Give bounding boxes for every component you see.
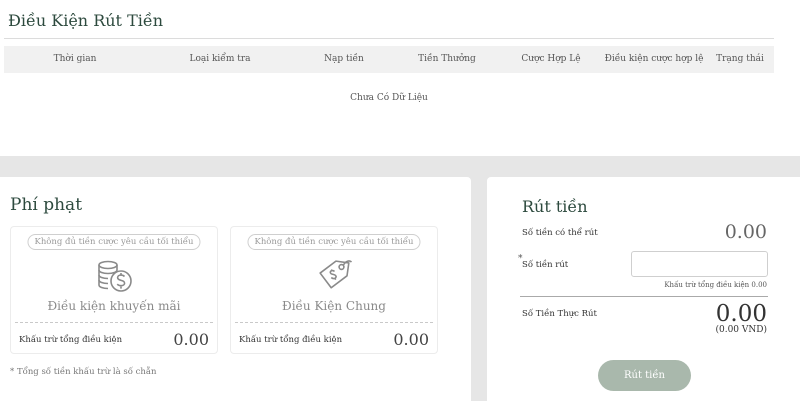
card-title: Điều Kiện Chung — [282, 299, 386, 313]
deduct-label: Khấu trừ tổng điều kiện — [239, 335, 343, 345]
withdraw-amount-input[interactable] — [631, 251, 768, 277]
divider — [4, 38, 774, 39]
card-title: Điều kiện khuyến mãi — [47, 299, 181, 313]
column-header-status: Trạng thái — [716, 54, 764, 64]
insufficient-bet-badge: Không đủ tiền cược yêu cầu tối thiểu — [247, 234, 421, 250]
penalty-panel: Phí phạt Không đủ tiền cược yêu cầu tối … — [0, 177, 471, 401]
column-header-bonus: Tiền Thưởng — [418, 54, 476, 64]
deduct-label: Khấu trừ tổng điều kiện — [19, 335, 123, 345]
deduct-hint: Khấu trừ tổng điều kiện 0.00 — [664, 281, 767, 289]
penalty-title: Phí phạt — [10, 195, 83, 215]
actual-amount-value: 0.00 — [715, 301, 767, 327]
column-header-valid-bet: Cược Hợp Lệ — [521, 54, 581, 64]
penalty-note: * Tổng số tiền khấu trừ là số chẵn — [10, 367, 157, 377]
divider — [235, 322, 433, 323]
withdraw-conditions-panel: Điều Kiện Rút Tiền Thời gian Loại kiểm t… — [0, 0, 800, 156]
column-header-valid-bet-condition: Điều kiện cược hợp lệ — [604, 54, 704, 64]
actual-amount-label: Số Tiền Thực Rút — [522, 309, 597, 319]
withdraw-button[interactable]: Rút tiền — [598, 360, 691, 391]
coins-dollar-icon — [98, 260, 132, 292]
column-header-time: Thời gian — [53, 54, 97, 64]
conditions-table-header: Thời gian Loại kiểm tra Nạp tiền Tiền Th… — [4, 46, 774, 73]
withdraw-amount-label: Số tiền rút — [522, 260, 569, 270]
available-amount-value: 0.00 — [724, 221, 767, 243]
divider — [15, 322, 213, 323]
penalty-card-promotion: Không đủ tiền cược yêu cầu tối thiểu Điề… — [10, 226, 218, 354]
deduct-value: 0.00 — [173, 330, 209, 349]
price-tag-icon — [319, 260, 353, 289]
insufficient-bet-badge: Không đủ tiền cược yêu cầu tối thiểu — [27, 234, 201, 250]
withdraw-title: Rút tiền — [522, 197, 588, 216]
conditions-title: Điều Kiện Rút Tiền — [8, 11, 163, 30]
penalty-card-general: Không đủ tiền cược yêu cầu tối thiểu Điề… — [230, 226, 438, 354]
withdraw-panel: Rút tiền Số tiền có thể rút 0.00 * Số ti… — [487, 177, 800, 401]
empty-state-text: Chưa Có Dữ Liệu — [350, 93, 428, 103]
actual-amount-vnd: (0.00 VND) — [715, 325, 767, 335]
column-header-check-type: Loại kiểm tra — [189, 54, 251, 64]
divider — [520, 296, 768, 297]
available-amount-label: Số tiền có thể rút — [522, 228, 598, 238]
deduct-value: 0.00 — [393, 330, 429, 349]
column-header-deposit: Nạp tiền — [324, 54, 364, 64]
